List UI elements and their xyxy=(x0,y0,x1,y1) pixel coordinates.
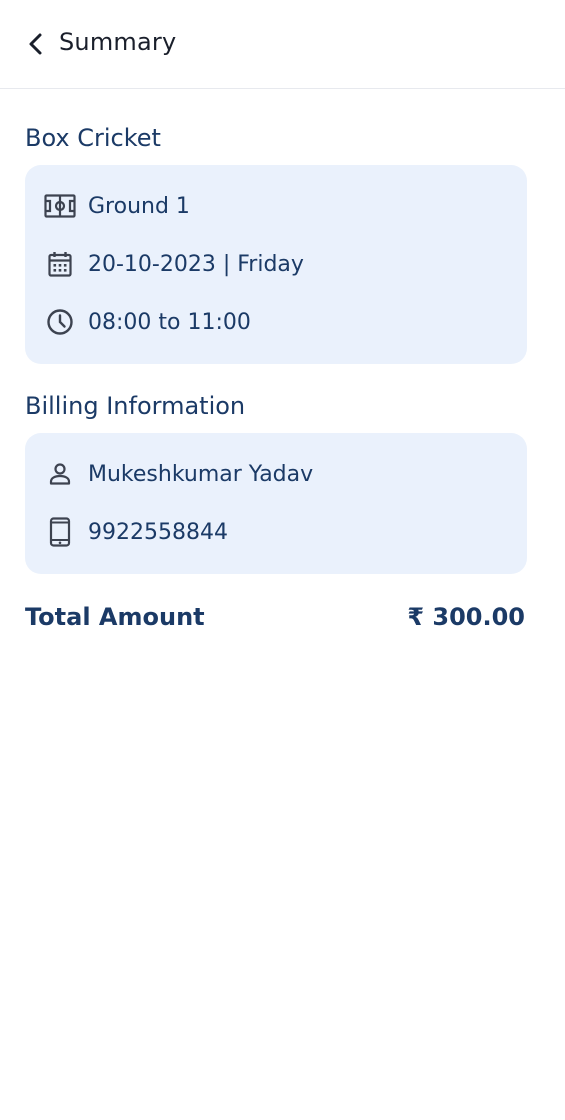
chevron-left-icon xyxy=(29,33,42,55)
back-button[interactable] xyxy=(22,30,50,58)
booking-details-card: Ground 1 20-10-2023 | Friday 08:00 to 11… xyxy=(25,165,527,364)
billing-name: Mukeshkumar Yadav xyxy=(88,461,314,487)
top-app-bar: Summary xyxy=(0,0,565,89)
time-row: 08:00 to 11:00 xyxy=(44,306,508,338)
date-row: 20-10-2023 | Friday xyxy=(44,248,508,280)
total-amount-label: Total Amount xyxy=(25,603,205,631)
ground-row: Ground 1 xyxy=(44,190,508,222)
billing-card: Mukeshkumar Yadav 9922558844 xyxy=(25,433,527,574)
phone-row: 9922558844 xyxy=(44,516,508,548)
football-field-icon xyxy=(44,190,76,222)
billing-title: Billing Information xyxy=(25,392,246,420)
clock-icon xyxy=(44,306,76,338)
billing-phone: 9922558844 xyxy=(88,519,228,545)
calendar-icon xyxy=(44,248,76,280)
page-title: Summary xyxy=(59,28,177,56)
booking-time: 08:00 to 11:00 xyxy=(88,309,251,335)
booking-date: 20-10-2023 | Friday xyxy=(88,251,304,277)
person-icon xyxy=(44,458,76,490)
total-amount-value: ₹ 300.00 xyxy=(407,603,525,631)
phone-icon xyxy=(44,516,76,548)
name-row: Mukeshkumar Yadav xyxy=(44,458,508,490)
sport-title: Box Cricket xyxy=(25,124,161,152)
ground-name: Ground 1 xyxy=(88,193,190,219)
